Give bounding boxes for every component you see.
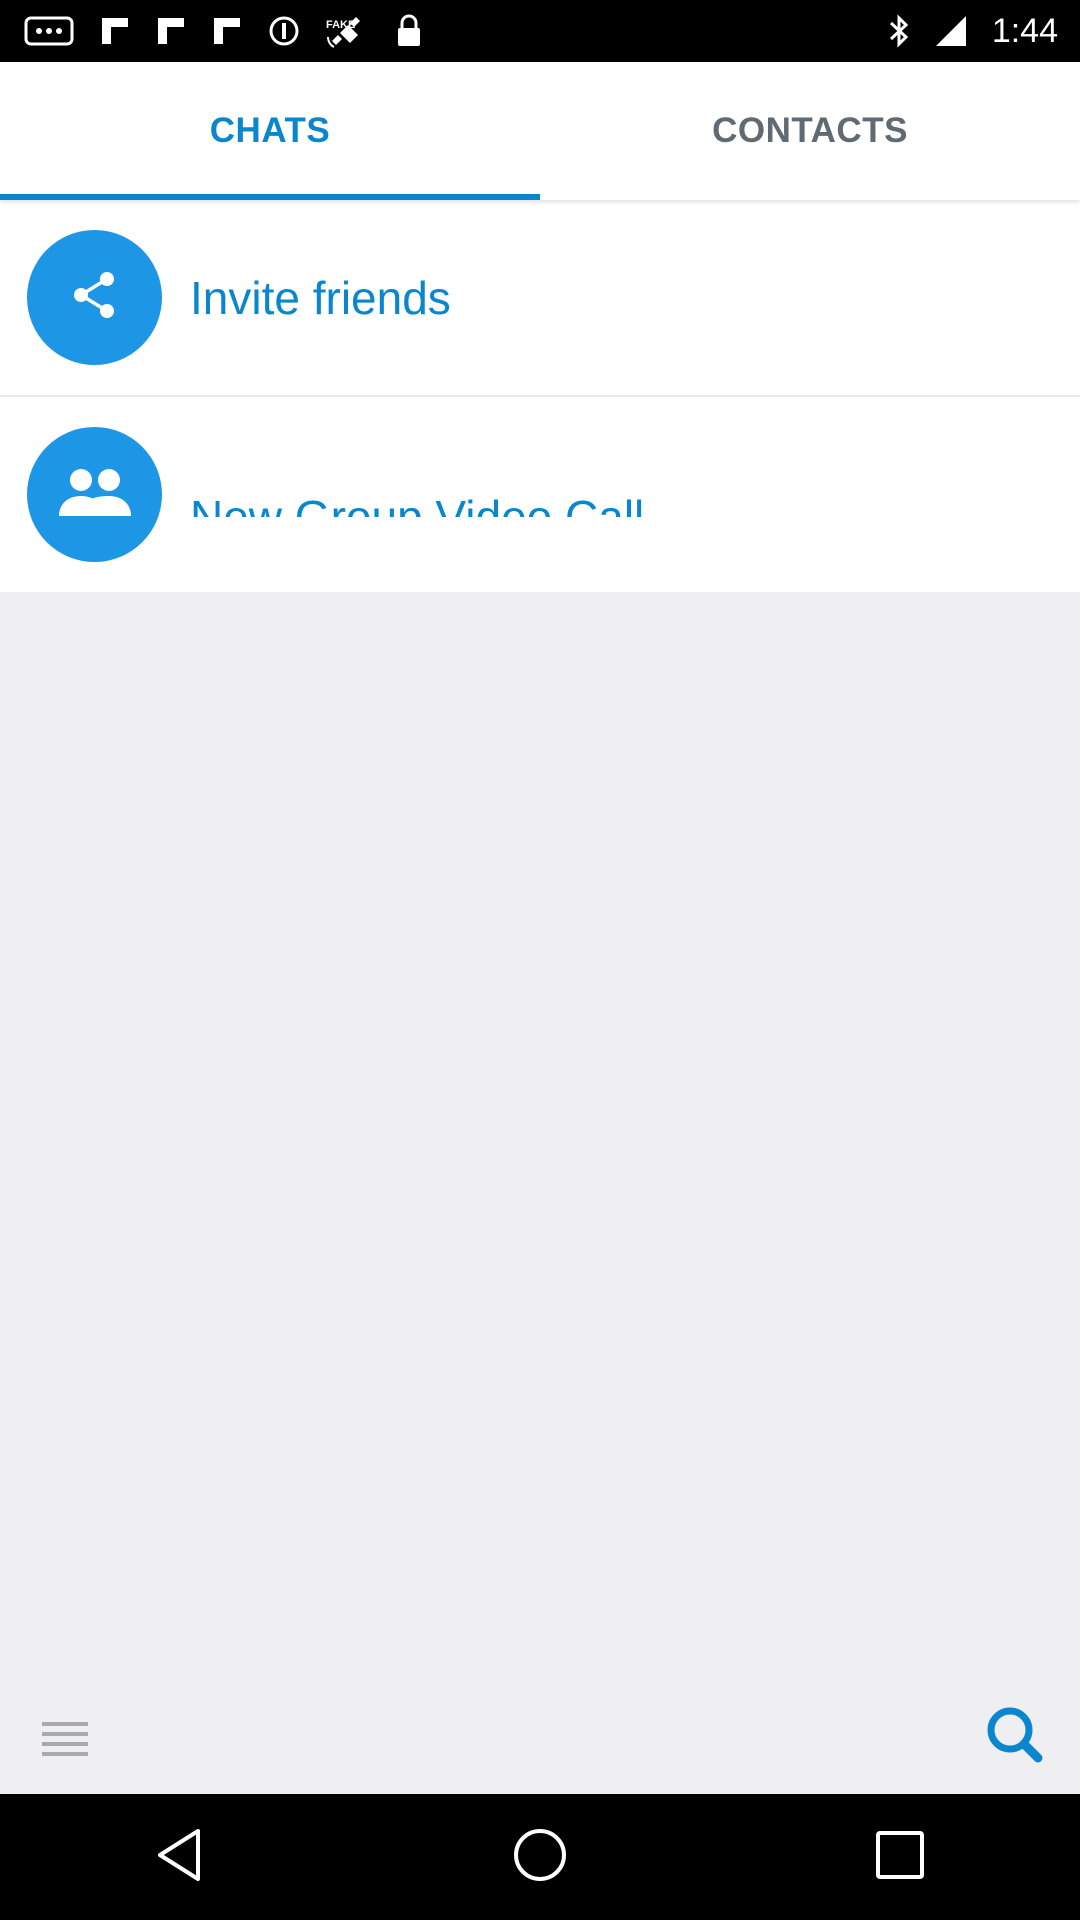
group-avatar xyxy=(27,427,162,562)
home-icon xyxy=(510,1825,570,1890)
flipboard-icon xyxy=(212,16,242,46)
tab-bar: CHATS CONTACTS xyxy=(0,62,1080,200)
status-right: 1:44 xyxy=(888,12,1058,51)
status-bar: FAKE 1:44 xyxy=(0,0,1080,62)
back-icon xyxy=(150,1825,210,1890)
share-icon xyxy=(67,267,123,328)
search-icon xyxy=(980,1707,1050,1774)
search-button[interactable] xyxy=(980,1700,1050,1770)
screen: FAKE 1:44 CHATS CONTACTS Invite friends … xyxy=(0,0,1080,1920)
bottom-bar xyxy=(0,1680,1080,1794)
flipboard-icon xyxy=(100,16,130,46)
menu-icon xyxy=(38,1722,92,1768)
more-notifications-icon xyxy=(24,16,74,46)
home-button[interactable] xyxy=(480,1807,600,1907)
status-left: FAKE xyxy=(24,11,422,51)
invite-friends-label: Invite friends xyxy=(190,271,451,324)
flipboard-icon xyxy=(156,16,186,46)
menu-button[interactable] xyxy=(38,1710,92,1764)
new-group-video-call-item[interactable]: New Group Video Call xyxy=(0,395,1080,592)
share-avatar xyxy=(27,230,162,365)
tab-chats[interactable]: CHATS xyxy=(0,62,540,200)
invite-friends-item[interactable]: Invite friends xyxy=(0,200,1080,395)
status-time: 1:44 xyxy=(991,11,1058,50)
chat-list: Invite friends New Group Video Call xyxy=(0,200,1080,592)
recents-icon xyxy=(872,1827,928,1888)
lock-icon xyxy=(396,14,422,48)
bluetooth-icon xyxy=(888,13,910,49)
signal-icon xyxy=(934,14,968,48)
fake-gps-icon: FAKE xyxy=(326,11,370,51)
recents-button[interactable] xyxy=(840,1807,960,1907)
group-icon xyxy=(55,464,135,525)
sync-icon xyxy=(268,15,300,47)
back-button[interactable] xyxy=(120,1807,240,1907)
new-group-video-call-label: New Group Video Call xyxy=(190,491,645,517)
tab-contacts[interactable]: CONTACTS xyxy=(540,62,1080,200)
system-nav-bar xyxy=(0,1794,1080,1920)
fake-label: FAKE xyxy=(326,19,356,31)
